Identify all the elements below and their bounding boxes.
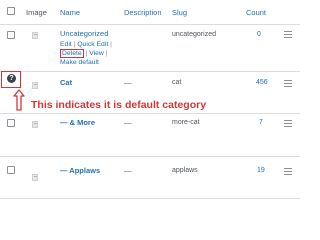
category-count[interactable]: 0 [257, 31, 261, 38]
row-divider [0, 198, 300, 199]
row-divider [0, 71, 300, 72]
quick-edit-link[interactable]: Quick Edit [77, 41, 108, 48]
drag-handle-icon[interactable] [284, 168, 292, 175]
select-all-checkbox[interactable] [7, 7, 15, 15]
category-count[interactable]: 456 [256, 79, 268, 86]
image-placeholder-icon [32, 121, 38, 128]
view-link[interactable]: View [89, 50, 104, 57]
annotation-text: This indicates it is default category [31, 99, 207, 111]
column-header-image: Image [26, 8, 47, 17]
drag-handle-icon[interactable] [284, 31, 292, 38]
question-circle-icon[interactable]: ? [7, 74, 16, 83]
header-divider [0, 24, 300, 25]
category-name[interactable]: Cat [60, 78, 72, 87]
column-header-description[interactable]: Description [124, 8, 162, 17]
category-count[interactable]: 7 [259, 119, 263, 126]
category-description: — [124, 166, 132, 175]
drag-handle-icon[interactable] [284, 80, 292, 87]
image-placeholder-icon [32, 82, 38, 89]
row-divider [0, 113, 300, 114]
category-slug: applaws [172, 167, 198, 174]
category-slug: cat [172, 79, 182, 86]
row-checkbox[interactable] [7, 119, 15, 127]
category-slug: uncategorized [172, 31, 216, 38]
drag-handle-icon[interactable] [284, 120, 292, 127]
image-placeholder-icon [32, 174, 38, 181]
category-name[interactable]: — Applaws [60, 166, 100, 175]
column-header-name[interactable]: Name [60, 8, 80, 17]
category-slug: more-cat [172, 119, 200, 126]
row-divider [0, 156, 300, 157]
category-description: — [124, 118, 132, 127]
category-name[interactable]: Uncategorized [60, 29, 108, 38]
category-description: — [124, 78, 132, 87]
column-header-count[interactable]: Count [246, 8, 266, 17]
row-actions: Edit | Quick Edit | Delete | View | Make… [60, 41, 112, 66]
make-default-link[interactable]: Make default [60, 59, 99, 66]
arrow-up-icon [13, 89, 25, 111]
row-checkbox[interactable] [7, 166, 15, 174]
table-header: Image Name Description Slug Count [0, 0, 300, 26]
default-category-highlight: ? [1, 71, 21, 88]
row-checkbox[interactable] [7, 31, 15, 39]
edit-link[interactable]: Edit [60, 41, 72, 48]
image-placeholder-icon [32, 32, 38, 39]
category-count[interactable]: 19 [257, 167, 265, 174]
column-header-slug[interactable]: Slug [172, 8, 187, 17]
category-name[interactable]: — & More [60, 118, 95, 127]
delete-link[interactable]: Delete [60, 49, 84, 58]
